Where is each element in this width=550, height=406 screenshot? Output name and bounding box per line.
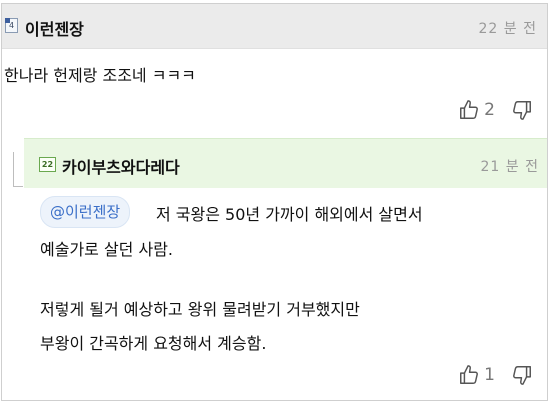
thumbs-up-icon[interactable]: [458, 99, 480, 121]
comment-body: 한나라 헌제랑 조조네 ㅋㅋㅋ: [4, 66, 196, 85]
reply-body-line: 저 국왕은 50년 가까이 해외에서 살면서: [156, 205, 423, 224]
reply-time: 21 분 전: [480, 159, 539, 175]
comment-author[interactable]: 이런젠장: [25, 16, 84, 40]
comment-time: 22 분 전: [478, 21, 537, 37]
thumbs-up-icon[interactable]: [458, 364, 480, 386]
reply-body-line: 부왕이 간곡하게 요청해서 계승함.: [40, 334, 267, 353]
reply-author[interactable]: 카이부츠와다레다: [62, 154, 180, 178]
level-badge: 22: [39, 157, 56, 172]
reply-body-line: 저렇게 될거 예상하고 왕위 물려받기 거부했지만: [40, 300, 360, 319]
thumbs-down-icon[interactable]: [511, 364, 533, 386]
reply-header: 22 카이부츠와다레다 21 분 전: [24, 138, 547, 188]
reply-body-line: 예술가로 살던 사람.: [40, 240, 174, 259]
comment-header: 4 이런젠장 22 분 전: [2, 4, 547, 49]
level-badge: 4: [5, 18, 18, 33]
comment-thread: 4 이런젠장 22 분 전 한나라 헌제랑 조조네 ㅋㅋㅋ 2 22 카이부츠와…: [1, 3, 548, 401]
upvote-count: 1: [484, 365, 495, 385]
thumbs-down-icon[interactable]: [511, 99, 533, 121]
mention-tag[interactable]: @이런젠장: [40, 196, 131, 228]
reply-indent-line: [13, 152, 23, 187]
reply-vote-row: 1: [458, 364, 533, 386]
upvote-count: 2: [484, 100, 495, 120]
comment-vote-row: 2: [458, 99, 533, 121]
